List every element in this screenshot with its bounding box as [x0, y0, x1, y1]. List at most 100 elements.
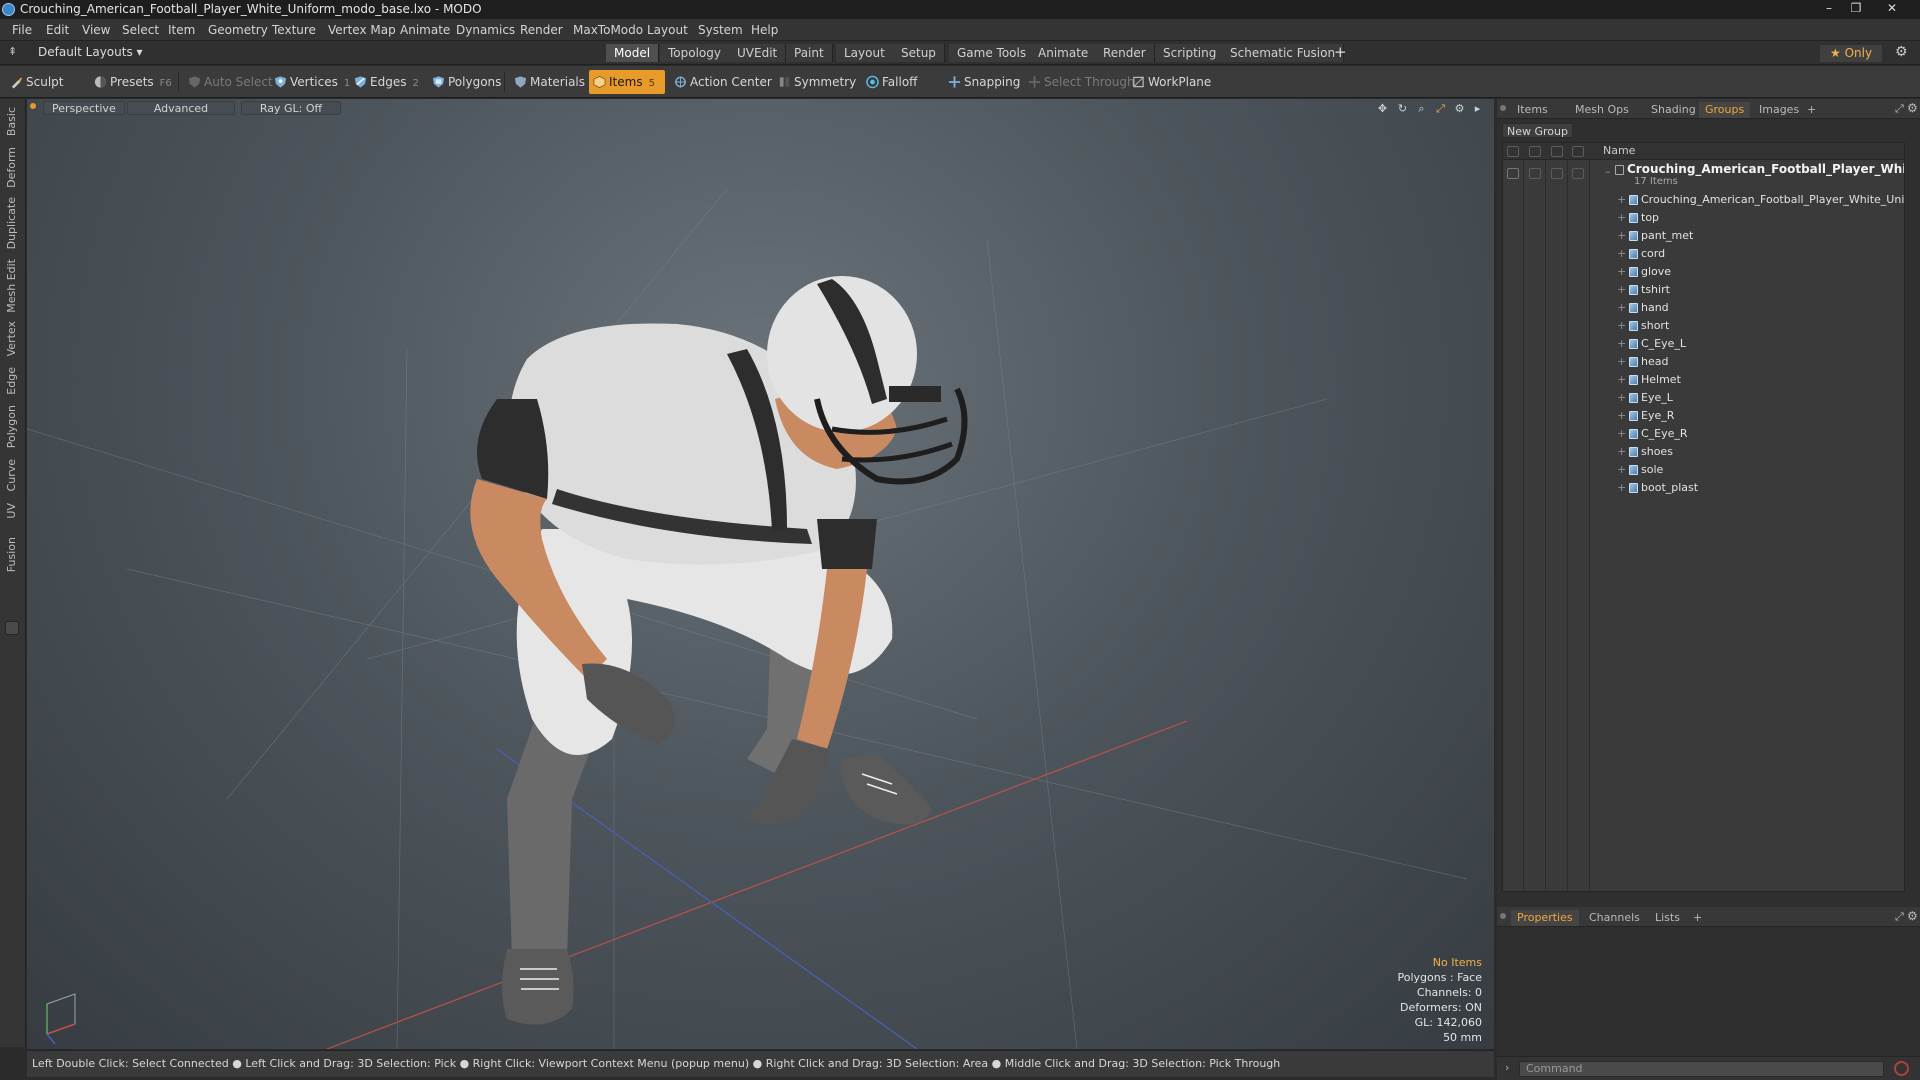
panel-toggle-button[interactable] [5, 621, 19, 635]
vtab-mesh-edit[interactable]: Mesh Edit [5, 259, 18, 313]
expand-icon[interactable]: + [1617, 263, 1626, 281]
tab-shading[interactable]: Shading [1645, 102, 1702, 118]
group-item-row[interactable]: + short [1503, 317, 1904, 335]
maximize-button[interactable]: ❐ [1843, 1, 1869, 17]
menu-help[interactable]: Help [751, 19, 778, 41]
group-root-row[interactable]: – Crouching_American_Football_Player_Whi… [1503, 161, 1904, 191]
snapping-button[interactable]: Snapping [944, 70, 1026, 94]
menu-texture[interactable]: Texture [272, 19, 316, 41]
tab-model[interactable]: Model [606, 44, 660, 62]
expand-icon[interactable]: + [1617, 281, 1626, 299]
symmetry-button[interactable]: Symmetry [774, 70, 862, 94]
menu-animate[interactable]: Animate [400, 19, 450, 41]
new-group-button[interactable]: New Group [1502, 123, 1573, 138]
menu-system[interactable]: System [698, 19, 743, 41]
items-button[interactable]: Items 5 [589, 70, 665, 94]
sculpt-button[interactable]: Sculpt [6, 70, 86, 94]
panel-maximize-icon[interactable]: ⤢ [1895, 102, 1904, 116]
menu-view[interactable]: View [82, 19, 110, 41]
expand-icon[interactable]: + [1617, 209, 1626, 227]
tab-topology[interactable]: Topology [660, 44, 730, 62]
vertices-button[interactable]: Vertices 1 [270, 70, 356, 94]
menu-dynamics[interactable]: Dynamics [456, 19, 515, 41]
lock-column-icon[interactable] [1551, 146, 1563, 157]
expand-icon[interactable]: + [1617, 461, 1626, 479]
menu-geometry[interactable]: Geometry [208, 19, 268, 41]
expand-icon[interactable]: + [1617, 317, 1626, 335]
visibility-toggle-icon[interactable] [1507, 168, 1519, 179]
group-item-row[interactable]: + Helmet [1503, 371, 1904, 389]
tab-items[interactable]: Items [1511, 102, 1554, 118]
group-item-row[interactable]: + shoes [1503, 443, 1904, 461]
vtab-fusion[interactable]: Fusion [5, 537, 18, 572]
football-player-model[interactable] [470, 276, 968, 1025]
name-column-header[interactable]: Name [1603, 144, 1635, 157]
menu-item[interactable]: Item [168, 19, 195, 41]
vtab-uv[interactable]: UV [5, 503, 18, 519]
tab-mesh-ops[interactable]: Mesh Ops [1569, 102, 1635, 118]
expand-icon[interactable]: + [1617, 191, 1626, 209]
tab-groups[interactable]: Groups [1699, 102, 1751, 118]
group-item-row[interactable]: + pant_met [1503, 227, 1904, 245]
lock-toggle-icon[interactable] [1551, 168, 1563, 179]
tab-scripting[interactable]: Scripting [1155, 44, 1226, 62]
materials-button[interactable]: Materials [510, 70, 591, 94]
expand-icon[interactable]: + [1617, 443, 1626, 461]
group-item-row[interactable]: + cord [1503, 245, 1904, 263]
tab-render[interactable]: Render [1095, 44, 1155, 62]
expand-icon[interactable]: + [1617, 335, 1626, 353]
group-item-row[interactable]: + tshirt [1503, 281, 1904, 299]
vtab-edge[interactable]: Edge [5, 367, 18, 395]
expand-icon[interactable]: + [1617, 353, 1626, 371]
menu-vertex-map[interactable]: Vertex Map [328, 19, 396, 41]
group-item-row[interactable]: + boot_plast [1503, 479, 1904, 497]
group-item-row[interactable]: + top [1503, 209, 1904, 227]
tab-images[interactable]: Images [1753, 102, 1805, 118]
tab-properties[interactable]: Properties [1511, 910, 1579, 926]
add-layout-tab-button[interactable]: + [1334, 43, 1347, 61]
command-input[interactable]: Command [1519, 1061, 1884, 1077]
group-item-row[interactable]: + sole [1503, 461, 1904, 479]
tab-lists[interactable]: Lists [1649, 910, 1686, 926]
tab-paint[interactable]: Paint [786, 44, 833, 62]
presets-button[interactable]: Presets F6 [90, 70, 178, 94]
group-item-row[interactable]: + Eye_L [1503, 389, 1904, 407]
group-item-row[interactable]: + C_Eye_L [1503, 335, 1904, 353]
group-item-row[interactable]: + head [1503, 353, 1904, 371]
expand-icon[interactable]: + [1617, 389, 1626, 407]
menu-render[interactable]: Render [520, 19, 563, 41]
falloff-button[interactable]: Falloff [862, 70, 923, 94]
auto-select-button[interactable]: Auto Select [184, 70, 279, 94]
tab-schematic-fusion[interactable]: Schematic Fusion [1222, 44, 1345, 62]
group-item-row[interactable]: + glove [1503, 263, 1904, 281]
minimize-button[interactable]: – [1816, 1, 1842, 17]
tab-game-tools[interactable]: Game Tools [949, 44, 1036, 62]
expand-icon[interactable]: + [1617, 371, 1626, 389]
add-tab-button[interactable]: + [1687, 910, 1708, 926]
group-item-row[interactable]: + Crouching_American_Football_Player_Whit… [1503, 191, 1904, 209]
edges-button[interactable]: Edges 2 [350, 70, 425, 94]
tab-channels[interactable]: Channels [1583, 910, 1646, 926]
expand-icon[interactable]: + [1617, 299, 1626, 317]
group-item-row[interactable]: + Eye_R [1503, 407, 1904, 425]
group-item-row[interactable]: + C_Eye_R [1503, 425, 1904, 443]
vtab-deform[interactable]: Deform [5, 147, 18, 188]
panel-gear-icon[interactable]: ⚙ [1907, 101, 1918, 115]
menu-maxtomodo[interactable]: MaxToModo [573, 19, 643, 41]
vtab-vertex[interactable]: Vertex [5, 321, 18, 356]
tab-animate[interactable]: Animate [1030, 44, 1098, 62]
panel-maximize-icon[interactable]: ⤢ [1895, 910, 1904, 924]
workplane-button[interactable]: WorkPlane [1128, 70, 1217, 94]
expand-icon[interactable]: + [1617, 227, 1626, 245]
add-tab-button[interactable]: + [1801, 102, 1822, 118]
tab-layout[interactable]: Layout [836, 44, 894, 62]
layout-collapse-icon[interactable]: ⇞ [8, 45, 17, 58]
gear-icon[interactable]: ⚙ [1895, 44, 1908, 60]
group-item-row[interactable]: + hand [1503, 299, 1904, 317]
vtab-duplicate[interactable]: Duplicate [5, 197, 18, 249]
command-history-arrow-icon[interactable]: › [1505, 1061, 1509, 1074]
vtab-curve[interactable]: Curve [5, 459, 18, 491]
menu-file[interactable]: File [12, 19, 32, 41]
collapse-arrow-icon[interactable]: – [1605, 165, 1611, 178]
tab-uvedit[interactable]: UVEdit [729, 44, 787, 62]
